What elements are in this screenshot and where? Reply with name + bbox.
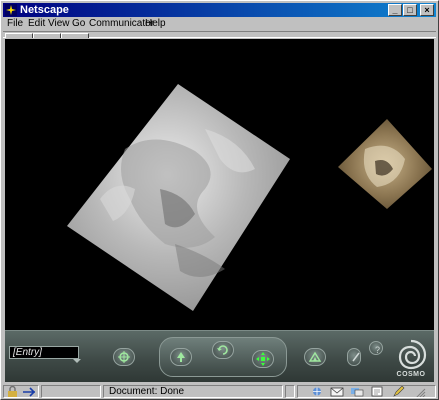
menu-bar: File Edit View Go Communicator Help <box>3 18 436 30</box>
toolbar-tab-location[interactable] <box>33 33 61 38</box>
close-button[interactable]: × <box>420 4 434 16</box>
viewpoint-dropdown-icon[interactable] <box>73 359 81 363</box>
maximize-button[interactable]: □ <box>403 4 417 16</box>
help-icon[interactable]: ? <box>369 341 383 355</box>
toolbar-tab-navigation[interactable] <box>5 33 33 38</box>
window-title: Netscape <box>20 4 69 16</box>
status-progress-cell <box>41 385 101 398</box>
pan-icon[interactable] <box>252 350 274 368</box>
minimize-button[interactable]: _ <box>388 4 402 16</box>
viewpoint-list[interactable]: [Entry] <box>9 346 79 359</box>
resize-grip-icon[interactable] <box>412 386 426 397</box>
network-icon[interactable] <box>310 386 324 397</box>
status-spacer-cell <box>285 385 295 398</box>
mail-icon[interactable] <box>330 386 344 397</box>
status-tray <box>297 385 436 398</box>
vrml-viewport[interactable] <box>5 39 434 330</box>
title-bar[interactable]: Netscape _ □ × <box>3 3 436 17</box>
netscape-window: Netscape _ □ × File Edit View Go Communi… <box>0 0 439 400</box>
menu-help[interactable]: Help <box>145 18 166 30</box>
svg-text:?: ? <box>375 345 380 355</box>
composer-icon[interactable] <box>370 386 384 397</box>
target-icon[interactable] <box>113 348 135 366</box>
collapsed-toolbars <box>3 31 436 38</box>
menu-file[interactable]: File <box>7 18 23 30</box>
security-lock-icon[interactable] <box>6 386 20 397</box>
small-textured-tile <box>338 119 432 209</box>
edit-icon[interactable] <box>392 386 406 397</box>
rotate-icon[interactable] <box>212 341 234 359</box>
menu-view[interactable]: View <box>48 18 70 30</box>
toolbar-tab-personal[interactable] <box>61 33 89 38</box>
seek-icon[interactable] <box>347 348 361 366</box>
status-message: Document: Done <box>109 386 185 397</box>
navigation-pad <box>159 337 287 377</box>
component-bar-icon[interactable] <box>22 386 36 397</box>
status-security-cell <box>3 385 39 398</box>
netscape-logo-icon <box>5 4 17 16</box>
tilt-icon[interactable] <box>304 348 326 366</box>
cosmo-wordmark: COSMO <box>396 371 426 378</box>
cosmo-player-dashboard: [Entry] ? COSMO <box>5 330 434 382</box>
menu-go[interactable]: Go <box>72 18 85 30</box>
status-bar: Document: Done <box>3 384 436 399</box>
walk-icon[interactable] <box>170 348 192 366</box>
menu-edit[interactable]: Edit <box>28 18 45 30</box>
discussion-icon[interactable] <box>350 386 364 397</box>
textured-face-plane <box>67 84 290 311</box>
vrml-scene <box>67 84 432 311</box>
